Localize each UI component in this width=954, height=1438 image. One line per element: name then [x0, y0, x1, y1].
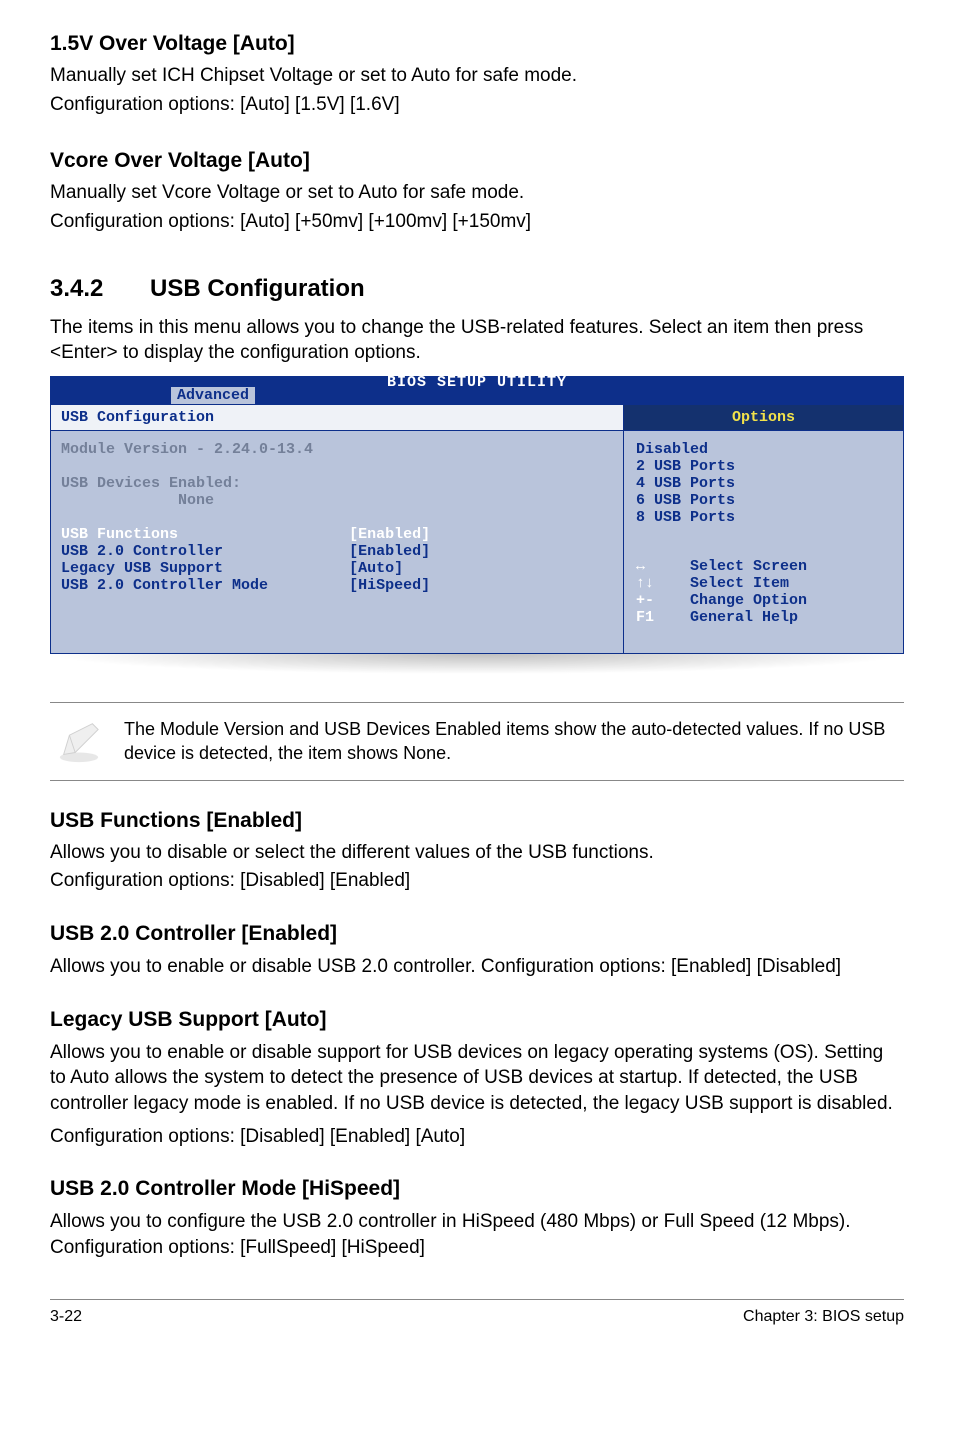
bios-titlebar: BIOS SETUP UTILITY Advanced	[50, 376, 904, 404]
bios-item-label: Legacy USB Support	[61, 560, 223, 577]
bios-item-value: [Enabled]	[349, 526, 430, 543]
body-text: Allows you to disable or select the diff…	[50, 841, 904, 866]
pencil-note-icon	[56, 718, 102, 764]
bios-help-text: Select Item	[690, 575, 789, 592]
bios-right-pane: Options Disabled 2 USB Ports 4 USB Ports…	[623, 405, 903, 653]
bios-devices-enabled-value: None	[61, 492, 613, 509]
heading-usb-2-controller-mode: USB 2.0 Controller Mode [HiSpeed]	[50, 1177, 904, 1201]
body-text: Configuration options: [Auto] [1.5V] [1.…	[50, 93, 904, 118]
heading-usb-functions: USB Functions [Enabled]	[50, 809, 904, 833]
body-text: Allows you to enable or disable USB 2.0 …	[50, 954, 904, 980]
bios-help-sym: F1	[636, 609, 654, 626]
bios-devices-none: None	[178, 492, 214, 509]
body-text: Configuration options: [Auto] [+50mv] [+…	[50, 210, 904, 235]
bios-blank	[61, 509, 613, 526]
bios-body: USB Configuration Module Version - 2.24.…	[50, 404, 904, 654]
bios-help-text: General Help	[690, 609, 798, 626]
bios-item-usb-2-controller-mode: USB 2.0 Controller Mode [HiSpeed]	[61, 577, 613, 594]
bios-help-sym: +-	[636, 592, 654, 609]
bios-item-usb-2-controller: USB 2.0 Controller [Enabled]	[61, 543, 613, 560]
bios-tab-advanced: Advanced	[170, 386, 256, 404]
bios-shadow	[50, 654, 904, 674]
bios-help-keys: ↔ Select Screen ↑↓ Select Item +- Change…	[636, 541, 891, 643]
bios-options-list: Disabled 2 USB Ports 4 USB Ports 6 USB P…	[636, 441, 891, 526]
bios-help-sym: ↔	[636, 558, 645, 575]
page-footer: 3-22 Chapter 3: BIOS setup	[50, 1299, 904, 1366]
body-text: Configuration options: [Disabled] [Enabl…	[50, 1125, 904, 1150]
chapter-label: Chapter 3: BIOS setup	[743, 1308, 904, 1326]
bios-setup-screenshot: BIOS SETUP UTILITY Advanced USB Configur…	[50, 376, 904, 674]
heading-vcore-over-voltage: Vcore Over Voltage [Auto]	[50, 149, 904, 173]
bios-help-text: Select Screen	[690, 558, 807, 575]
bios-item-usb-functions: USB Functions [Enabled]	[61, 526, 613, 543]
heading-usb-2-controller: USB 2.0 Controller [Enabled]	[50, 922, 904, 946]
section-title: USB Configuration	[150, 275, 365, 302]
bios-left-pane: USB Configuration Module Version - 2.24.…	[51, 405, 623, 653]
body-text: The items in this menu allows you to cha…	[50, 315, 904, 366]
bios-item-label: USB 2.0 Controller	[61, 543, 223, 560]
bios-item-value: [Auto]	[349, 560, 403, 577]
bios-module-version: Module Version - 2.24.0-13.4	[61, 441, 613, 458]
bios-blank	[61, 458, 613, 475]
bios-help-sym: ↑↓	[636, 575, 654, 592]
body-text: Configuration options: [Disabled] [Enabl…	[50, 869, 904, 894]
bios-options-header: Options	[624, 405, 903, 431]
heading-3-4-2-usb-configuration: 3.4.2USB Configuration	[50, 275, 904, 303]
note-text: The Module Version and USB Devices Enabl…	[124, 717, 898, 766]
body-text: Manually set ICH Chipset Voltage or set …	[50, 64, 904, 89]
bios-content: Module Version - 2.24.0-13.4 USB Devices…	[51, 431, 623, 604]
heading-legacy-usb-support: Legacy USB Support [Auto]	[50, 1008, 904, 1032]
body-text: Allows you to enable or disable support …	[50, 1040, 904, 1117]
bios-devices-enabled-label: USB Devices Enabled:	[61, 475, 613, 492]
page-number: 3-22	[50, 1308, 82, 1326]
bios-help-text: Change Option	[690, 592, 807, 609]
bios-config-header: USB Configuration	[51, 405, 623, 431]
bios-item-label: USB 2.0 Controller Mode	[61, 577, 268, 594]
body-text: Allows you to configure the USB 2.0 cont…	[50, 1209, 904, 1260]
heading-1-5v-over-voltage: 1.5V Over Voltage [Auto]	[50, 32, 904, 56]
body-text: Manually set Vcore Voltage or set to Aut…	[50, 181, 904, 206]
section-number: 3.4.2	[50, 275, 150, 303]
bios-options-body: Disabled 2 USB Ports 4 USB Ports 6 USB P…	[624, 431, 903, 653]
note-box: The Module Version and USB Devices Enabl…	[50, 702, 904, 781]
bios-item-legacy-usb-support: Legacy USB Support [Auto]	[61, 560, 613, 577]
bios-item-value: [Enabled]	[349, 543, 430, 560]
bios-item-label: USB Functions	[61, 526, 178, 543]
bios-item-value: [HiSpeed]	[349, 577, 430, 594]
